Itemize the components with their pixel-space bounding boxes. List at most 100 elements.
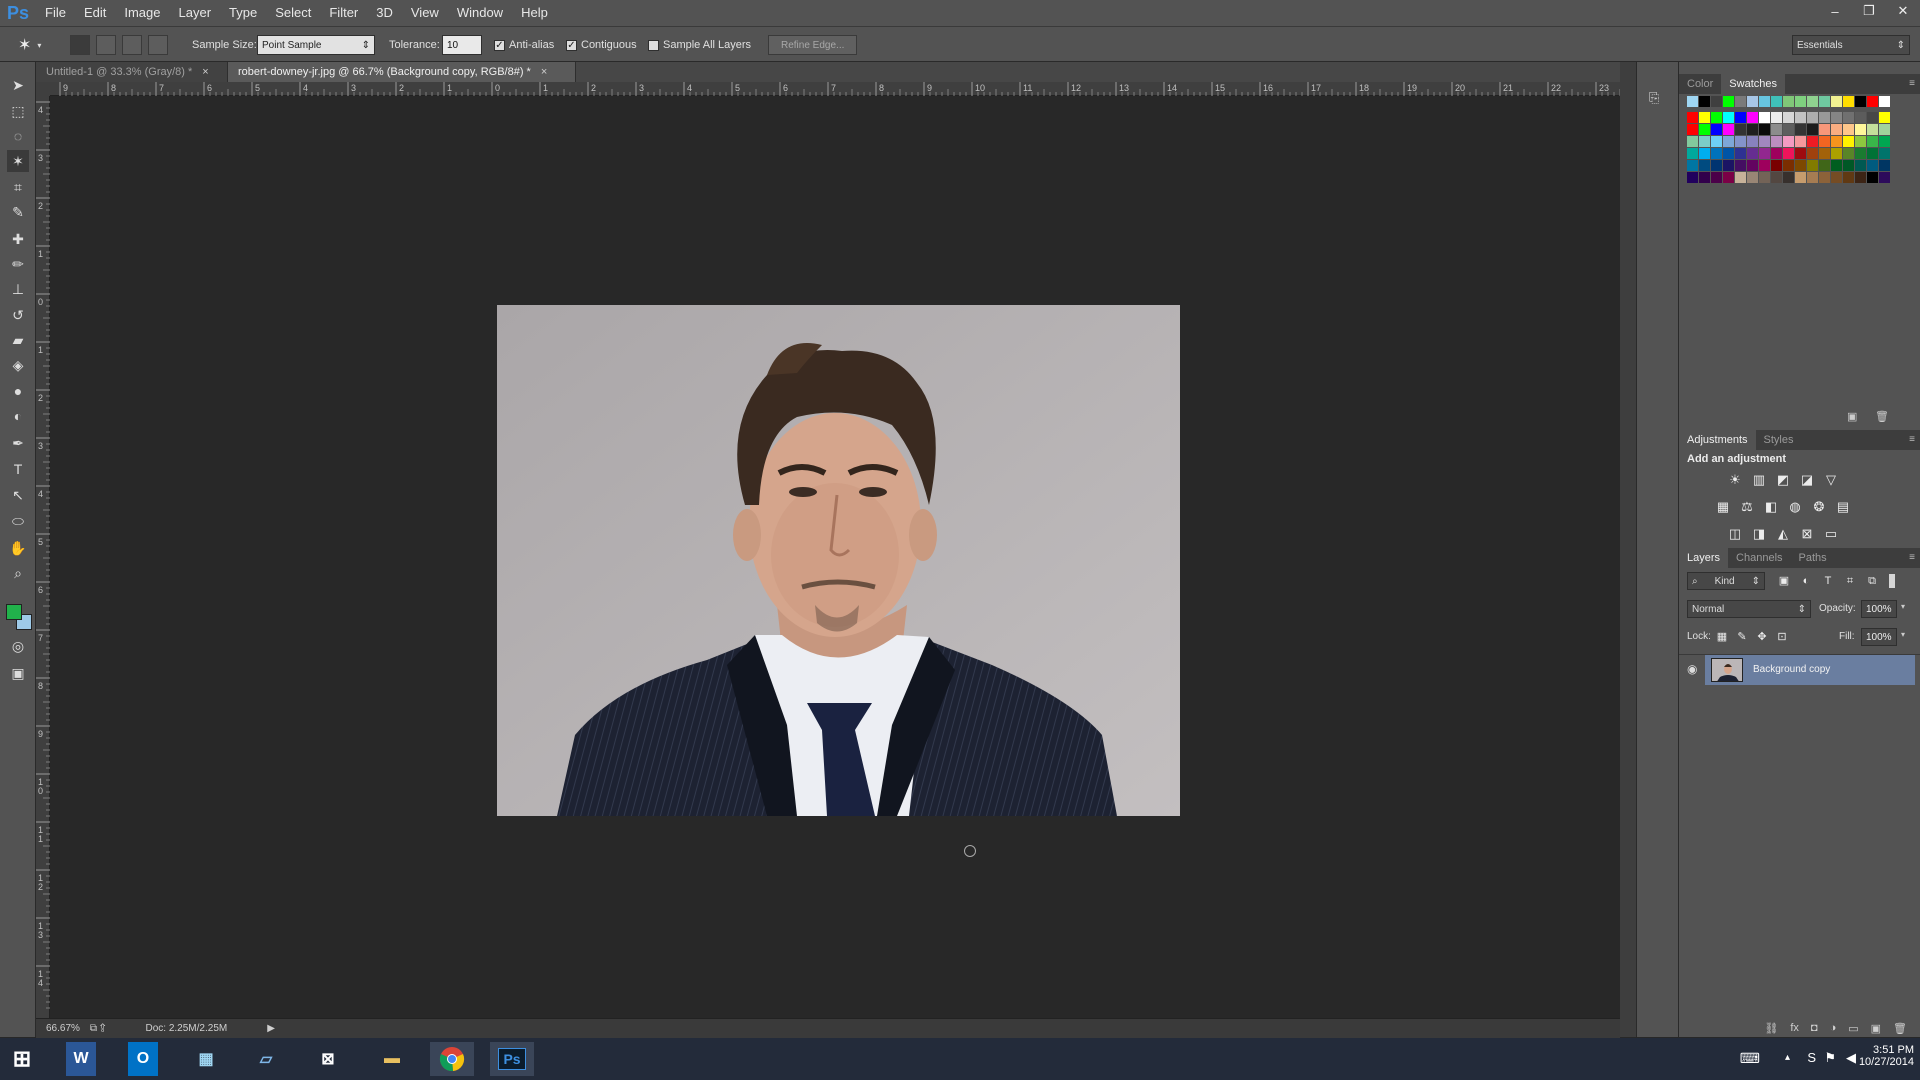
menu-file[interactable]: File	[36, 0, 75, 26]
tab-adjustments[interactable]: Adjustments	[1679, 430, 1756, 450]
swatch[interactable]	[1807, 124, 1818, 135]
swatch[interactable]	[1699, 160, 1710, 171]
menu-image[interactable]: Image	[115, 0, 169, 26]
black-white-icon[interactable]: ◧	[1762, 499, 1780, 515]
new-adjustment-icon[interactable]: ◑	[1830, 1022, 1837, 1034]
action-center-icon[interactable]: ⚑	[1824, 1050, 1836, 1066]
swatch[interactable]	[1747, 124, 1758, 135]
tab-swatches[interactable]: Swatches	[1721, 74, 1785, 94]
swatch[interactable]	[1819, 112, 1830, 123]
swatch[interactable]	[1723, 124, 1734, 135]
swatch[interactable]	[1819, 160, 1830, 171]
swatch[interactable]	[1855, 124, 1866, 135]
swatch[interactable]	[1759, 148, 1770, 159]
swatch[interactable]	[1699, 96, 1710, 107]
hand-tool-icon[interactable]: ✋	[7, 537, 29, 559]
swatch[interactable]	[1771, 172, 1782, 183]
new-group-icon[interactable]: ▭	[1848, 1022, 1858, 1035]
swatch[interactable]	[1699, 136, 1710, 147]
clock[interactable]: 3:51 PM 10/27/2014	[1859, 1044, 1914, 1068]
tab-channels[interactable]: Channels	[1728, 548, 1790, 568]
menu-3d[interactable]: 3D	[367, 0, 402, 26]
swatch[interactable]	[1795, 96, 1806, 107]
swatch[interactable]	[1699, 112, 1710, 123]
brush-tool-icon[interactable]: ✏	[7, 253, 29, 275]
add-to-selection-button[interactable]	[96, 35, 116, 55]
swatch[interactable]	[1759, 96, 1770, 107]
swatch[interactable]	[1795, 124, 1806, 135]
swatch[interactable]	[1687, 148, 1698, 159]
tab-paths[interactable]: Paths	[1791, 548, 1835, 568]
swatch[interactable]	[1699, 172, 1710, 183]
swatch[interactable]	[1855, 136, 1866, 147]
dodge-tool-icon[interactable]: ◐	[7, 405, 29, 427]
swatch[interactable]	[1867, 172, 1878, 183]
swatch[interactable]	[1867, 148, 1878, 159]
filter-pixel-icon[interactable]: ▣	[1775, 573, 1793, 589]
tab-styles[interactable]: Styles	[1756, 430, 1802, 450]
zoom-tool-icon[interactable]: ⌕	[7, 562, 29, 584]
swatch[interactable]	[1819, 148, 1830, 159]
restore-button[interactable]: ❐	[1852, 0, 1886, 22]
swatch[interactable]	[1819, 124, 1830, 135]
swatch[interactable]	[1759, 136, 1770, 147]
store-icon[interactable]: ⊠	[306, 1042, 350, 1076]
curves-icon[interactable]: ◩	[1774, 472, 1792, 488]
blur-tool-icon[interactable]: ●	[7, 380, 29, 402]
swatch[interactable]	[1759, 124, 1770, 135]
swatch[interactable]	[1771, 112, 1782, 123]
foreground-color-swatch[interactable]	[6, 604, 22, 620]
brightness-contrast-icon[interactable]: ☀	[1726, 472, 1744, 488]
swatch[interactable]	[1843, 96, 1854, 107]
swatch[interactable]	[1735, 112, 1746, 123]
swatch[interactable]	[1843, 124, 1854, 135]
screen-mode-icon[interactable]: ▣	[7, 662, 29, 684]
layer-row-background-copy[interactable]: Background copy	[1705, 655, 1915, 685]
filter-type-icon[interactable]: T	[1819, 573, 1837, 589]
color-balance-icon[interactable]: ⚖	[1738, 499, 1756, 515]
filter-adjustment-icon[interactable]: ◐	[1797, 573, 1815, 589]
tab-close-icon[interactable]: ×	[541, 66, 547, 78]
menu-window[interactable]: Window	[448, 0, 512, 26]
photo-filter-icon[interactable]: ◍	[1786, 499, 1804, 515]
swatch[interactable]	[1795, 172, 1806, 183]
menu-help[interactable]: Help	[512, 0, 557, 26]
swatch[interactable]	[1867, 96, 1878, 107]
swatch[interactable]	[1783, 96, 1794, 107]
swatch[interactable]	[1879, 160, 1890, 171]
swatch[interactable]	[1723, 160, 1734, 171]
add-mask-icon[interactable]: ◘	[1811, 1022, 1818, 1034]
eraser-tool-icon[interactable]: ▰	[7, 329, 29, 351]
swatch[interactable]	[1843, 136, 1854, 147]
share-icon[interactable]: ⧉ ⇪	[90, 1023, 106, 1034]
swatch[interactable]	[1855, 172, 1866, 183]
photoshop-taskbar-icon[interactable]: Ps	[490, 1042, 534, 1076]
swatch[interactable]	[1807, 136, 1818, 147]
swatch[interactable]	[1831, 112, 1842, 123]
layer-style-icon[interactable]: fx	[1790, 1022, 1799, 1034]
pen-tool-icon[interactable]: ✒	[7, 432, 29, 454]
workspace-dropdown[interactable]: Essentials ⇕	[1792, 35, 1910, 55]
swatch[interactable]	[1867, 136, 1878, 147]
swatch[interactable]	[1831, 124, 1842, 135]
filter-smart-object-icon[interactable]: ⧉	[1863, 573, 1881, 589]
swatch[interactable]	[1711, 96, 1722, 107]
swatch[interactable]	[1843, 148, 1854, 159]
status-menu-arrow-icon[interactable]: ▶	[267, 1023, 275, 1034]
menu-view[interactable]: View	[402, 0, 448, 26]
sample-all-layers-checkbox[interactable]: Sample All Layers	[648, 35, 751, 55]
swatch[interactable]	[1783, 112, 1794, 123]
swatch[interactable]	[1723, 112, 1734, 123]
clone-stamp-tool-icon[interactable]: ⊥	[7, 278, 29, 300]
swatch[interactable]	[1711, 136, 1722, 147]
swatch[interactable]	[1687, 136, 1698, 147]
swatch[interactable]	[1795, 160, 1806, 171]
new-layer-icon[interactable]: ▣	[1871, 1022, 1881, 1035]
link-layers-icon[interactable]: ⛓	[1764, 1022, 1778, 1035]
swatch[interactable]	[1711, 112, 1722, 123]
swatch[interactable]	[1711, 124, 1722, 135]
swatch[interactable]	[1735, 160, 1746, 171]
swatch[interactable]	[1855, 148, 1866, 159]
menu-edit[interactable]: Edit	[75, 0, 115, 26]
swatch[interactable]	[1807, 148, 1818, 159]
